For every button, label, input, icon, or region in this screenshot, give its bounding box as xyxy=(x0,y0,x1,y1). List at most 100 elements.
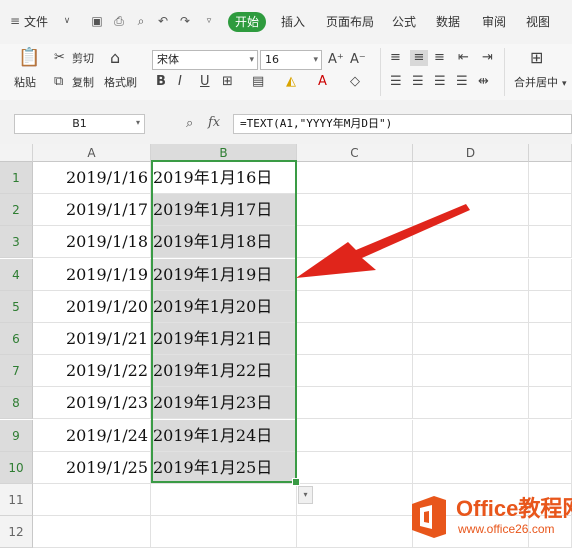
cell-a[interactable]: 2019/1/20 xyxy=(33,291,151,323)
print-icon[interactable]: ⎙ xyxy=(112,14,126,28)
cell-e[interactable] xyxy=(529,291,572,323)
cell-a[interactable]: 2019/1/18 xyxy=(33,226,151,258)
cell-d[interactable] xyxy=(413,291,529,323)
row-header[interactable]: 11 xyxy=(0,484,33,516)
fill-style-icon[interactable]: ▤ xyxy=(252,74,264,90)
row-header[interactable]: 3 xyxy=(0,226,33,258)
merge-center-button[interactable]: 合并居中 xyxy=(514,76,558,90)
chevron-down-icon[interactable]: ▾ xyxy=(562,76,567,92)
cell-a[interactable]: 2019/1/16 xyxy=(33,162,151,194)
cell-d[interactable] xyxy=(413,323,529,355)
row-header[interactable]: 1 xyxy=(0,162,33,194)
cell-b[interactable]: 2019年1月23日 xyxy=(151,387,297,419)
indent-icon[interactable]: ⇥ xyxy=(482,50,493,66)
row-header[interactable]: 2 xyxy=(0,194,33,226)
cell-d[interactable] xyxy=(413,452,529,484)
cell-d[interactable] xyxy=(413,387,529,419)
cell-a[interactable] xyxy=(33,484,151,516)
cell-c[interactable] xyxy=(297,291,413,323)
align-middle-icon[interactable]: ≡ xyxy=(410,50,428,66)
tab-data[interactable]: 数据 xyxy=(436,14,460,30)
chevron-down-icon[interactable]: ∨ xyxy=(60,14,74,28)
align-bottom-icon[interactable]: ≡ xyxy=(434,50,445,66)
cell-e[interactable] xyxy=(529,194,572,226)
cell-b[interactable]: 2019年1月19日 xyxy=(151,259,297,291)
tab-review[interactable]: 审阅 xyxy=(482,14,506,30)
row-header[interactable]: 5 xyxy=(0,291,33,323)
cut-icon[interactable]: ✂ xyxy=(54,50,65,66)
cell-c[interactable] xyxy=(297,355,413,387)
column-header-e[interactable] xyxy=(529,144,572,162)
cell-e[interactable] xyxy=(529,226,572,258)
function-icon[interactable]: fx xyxy=(208,115,220,130)
customize-toolbar-icon[interactable]: ▿ xyxy=(202,14,216,28)
cut-button[interactable]: 剪切 xyxy=(72,52,94,66)
align-right-icon[interactable]: ☰ xyxy=(434,74,446,90)
row-header[interactable]: 6 xyxy=(0,323,33,355)
format-painter-icon[interactable]: ⌂ xyxy=(110,50,120,66)
zoom-icon[interactable]: ⌕ xyxy=(186,116,193,131)
select-all-corner[interactable] xyxy=(0,144,33,162)
cell-a[interactable]: 2019/1/22 xyxy=(33,355,151,387)
cell-a[interactable] xyxy=(33,516,151,548)
paste-icon[interactable]: 📋 xyxy=(18,49,40,67)
align-left-icon[interactable]: ☰ xyxy=(390,74,402,90)
column-header-d[interactable]: D xyxy=(413,144,529,162)
italic-icon[interactable]: I xyxy=(178,74,182,90)
column-header-c[interactable]: C xyxy=(297,144,413,162)
tab-home[interactable]: 开始 xyxy=(228,12,266,32)
justify-icon[interactable]: ☰ xyxy=(456,74,468,90)
cell-b[interactable]: 2019年1月20日 xyxy=(151,291,297,323)
cell-e[interactable] xyxy=(529,323,572,355)
cell-a[interactable]: 2019/1/19 xyxy=(33,259,151,291)
tab-insert[interactable]: 插入 xyxy=(281,14,305,30)
cell-c[interactable] xyxy=(297,162,413,194)
copy-button[interactable]: 复制 xyxy=(72,76,94,90)
increase-font-icon[interactable]: A⁺ xyxy=(328,52,344,68)
cell-e[interactable] xyxy=(529,259,572,291)
cell-c[interactable] xyxy=(297,452,413,484)
row-header[interactable]: 4 xyxy=(0,259,33,291)
save-icon[interactable]: ▣ xyxy=(90,14,104,28)
align-top-icon[interactable]: ≡ xyxy=(390,50,401,66)
redo-icon[interactable]: ↷ xyxy=(178,14,192,28)
cell-e[interactable] xyxy=(529,452,572,484)
column-header-b[interactable]: B xyxy=(151,144,297,162)
cell-d[interactable] xyxy=(413,162,529,194)
undo-icon[interactable]: ↶ xyxy=(156,14,170,28)
cell-c[interactable] xyxy=(297,484,413,516)
paste-button[interactable]: 粘贴 xyxy=(14,76,36,90)
cell-d[interactable] xyxy=(413,355,529,387)
autofill-options-button[interactable]: ▾ xyxy=(298,486,313,504)
tab-formulas[interactable]: 公式 xyxy=(392,14,416,30)
row-header[interactable]: 8 xyxy=(0,387,33,419)
cell-b[interactable] xyxy=(151,516,297,548)
cell-e[interactable] xyxy=(529,387,572,419)
cell-b[interactable]: 2019年1月21日 xyxy=(151,323,297,355)
cell-b[interactable]: 2019年1月22日 xyxy=(151,355,297,387)
tab-page-layout[interactable]: 页面布局 xyxy=(326,14,374,30)
format-painter-button[interactable]: 格式刷 xyxy=(104,76,137,90)
font-size-select[interactable]: 16 ▾ xyxy=(260,50,322,70)
underline-icon[interactable]: U xyxy=(200,74,210,90)
formula-input[interactable]: =TEXT(A1,"YYYY年M月D日") xyxy=(233,114,572,134)
row-header[interactable]: 7 xyxy=(0,355,33,387)
distributed-icon[interactable]: ⇹ xyxy=(478,74,489,90)
cell-b[interactable]: 2019年1月17日 xyxy=(151,194,297,226)
print-preview-icon[interactable]: ⌕ xyxy=(134,14,148,28)
align-center-icon[interactable]: ☰ xyxy=(412,74,424,90)
copy-icon[interactable]: ⧉ xyxy=(54,74,63,90)
cell-b[interactable]: 2019年1月25日 xyxy=(151,452,297,484)
cell-c[interactable] xyxy=(297,516,413,548)
cell-a[interactable]: 2019/1/17 xyxy=(33,194,151,226)
cell-b[interactable] xyxy=(151,484,297,516)
cell-e[interactable] xyxy=(529,162,572,194)
cell-c[interactable] xyxy=(297,387,413,419)
row-header[interactable]: 12 xyxy=(0,516,33,548)
cell-d[interactable] xyxy=(413,420,529,452)
merge-cells-icon[interactable]: ⊞ xyxy=(530,50,543,66)
fill-color-icon[interactable]: ◭ xyxy=(286,74,296,90)
bold-icon[interactable]: B xyxy=(156,74,166,90)
cell-e[interactable] xyxy=(529,355,572,387)
outdent-icon[interactable]: ⇤ xyxy=(458,50,469,66)
